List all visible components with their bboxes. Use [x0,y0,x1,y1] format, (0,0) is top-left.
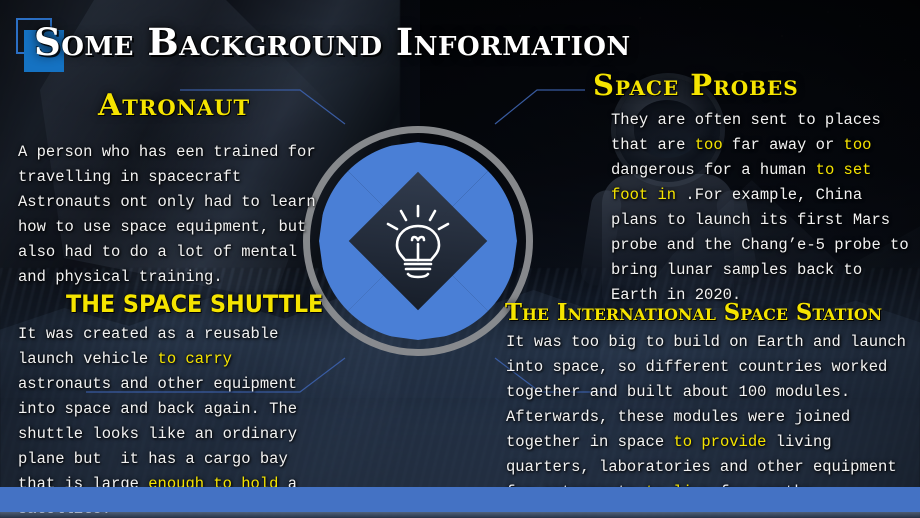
page-title: Some Background Information [34,20,631,64]
central-hub-graphic [303,126,533,356]
heading-astronaut: Atronaut [98,88,251,123]
lightbulb-icon [303,126,533,356]
heading-space-shuttle: THE SPACE SHUTTLE [66,290,324,318]
heading-international-space-station: The International Space Station [505,299,883,326]
highlighted-phrase: too [694,136,723,154]
body-text: A person who has een trained for travell… [18,143,325,286]
body-text: It was created as a reusable launch vehi… [18,325,288,368]
paragraph-international-space-station: It was too big to build on Earth and lau… [506,330,918,505]
highlighted-phrase: to carry [157,350,232,368]
bottom-edge-strip [0,512,920,518]
body-text: astronauts and other equipment into spac… [18,350,307,493]
paragraph-space-probes: They are often sent to places that are t… [611,108,911,308]
heading-space-probes: Space Probes [593,68,799,102]
body-text: far away or [722,136,844,154]
highlighted-phrase: to provide [673,433,767,451]
paragraph-astronaut: A person who has een trained for travell… [18,140,328,290]
highlighted-phrase: too [843,136,872,154]
slide-canvas: Some Background Information Atronaut A p… [0,0,920,518]
bottom-accent-bar [0,487,920,512]
